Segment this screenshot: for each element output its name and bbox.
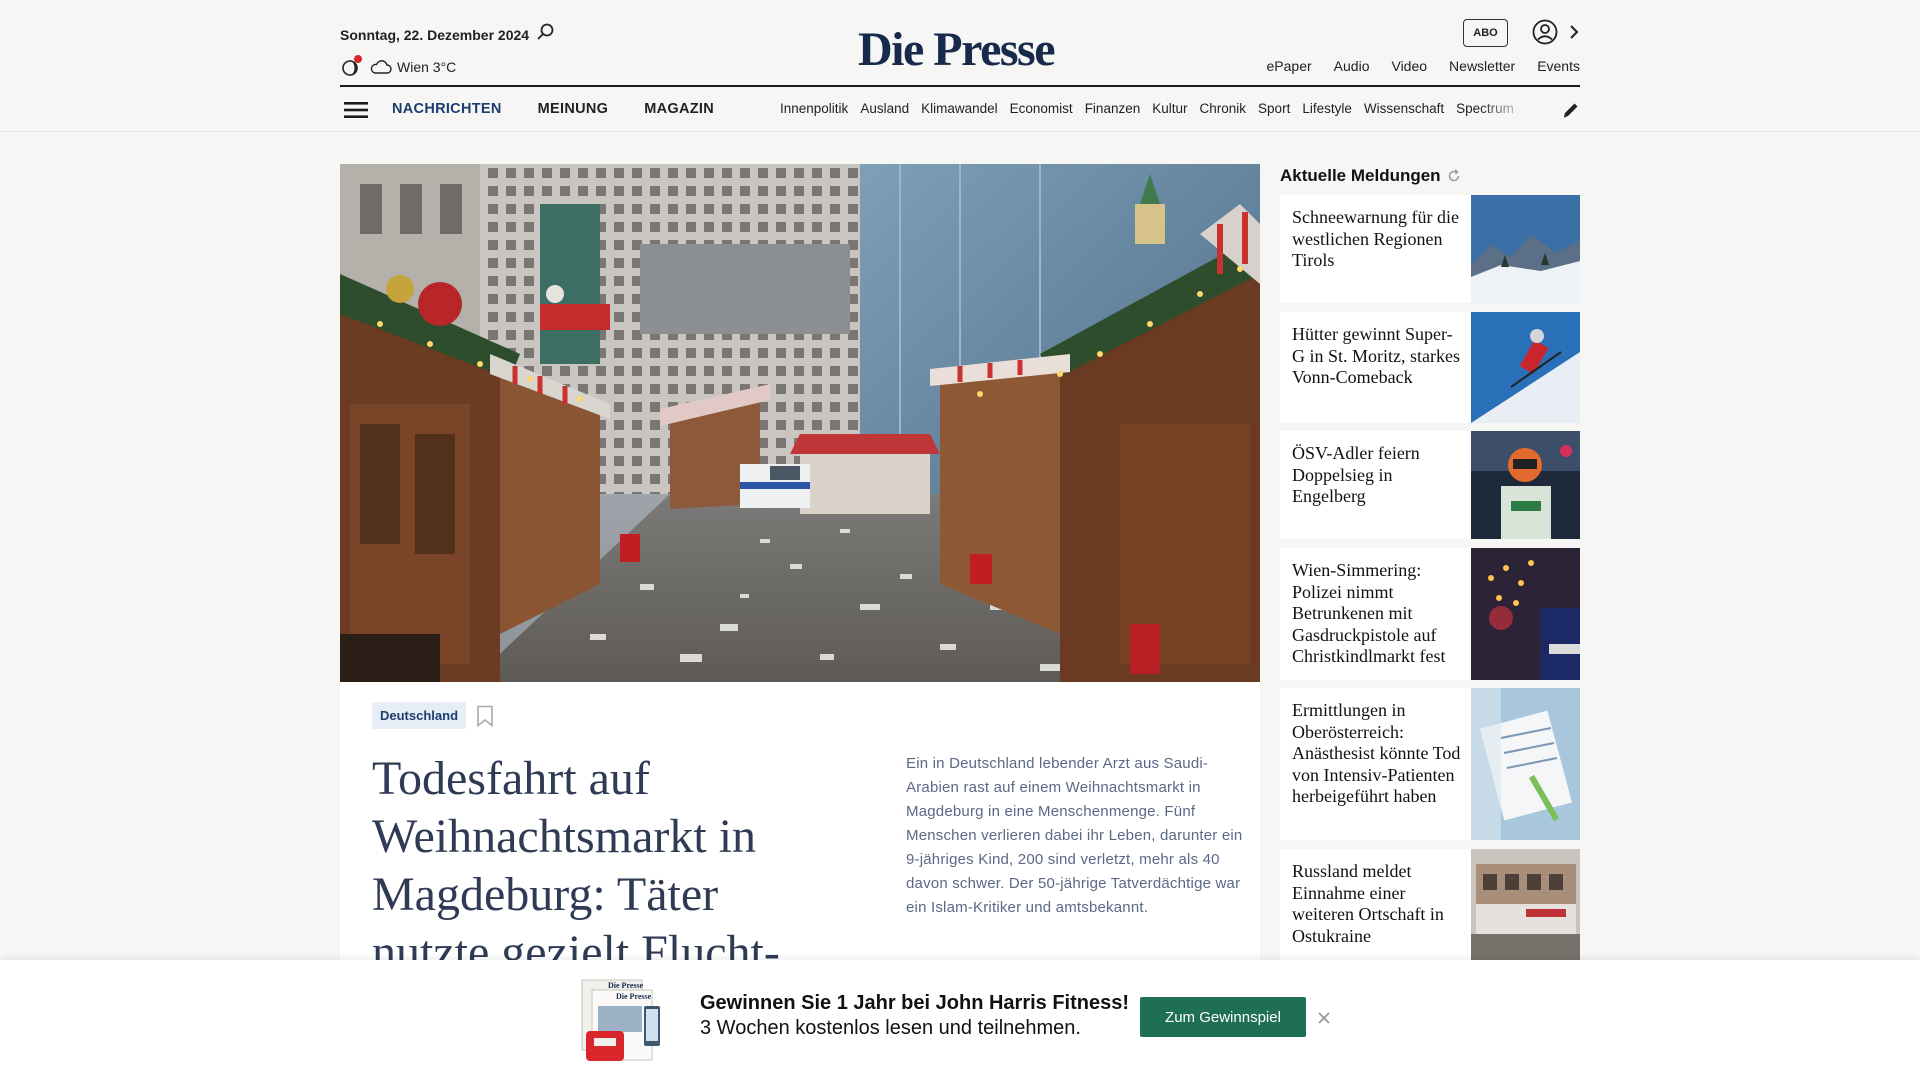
- link-events[interactable]: Events: [1537, 58, 1580, 74]
- news-item-wien-simmering[interactable]: Wien-Simmering: Polizei nimmt Betrunkene…: [1280, 548, 1580, 680]
- header-divider: [340, 85, 1580, 87]
- news-item-oesv-adler[interactable]: ÖSV-Adler feiern Doppelsieg in Engelberg: [1280, 431, 1580, 539]
- latest-news-title: Aktuelle Meldungen: [1280, 166, 1461, 186]
- notification-dot: [354, 55, 362, 63]
- bookmark-icon[interactable]: [476, 705, 494, 727]
- news-item-title: Russland meldet Einnahme einer weiteren …: [1292, 861, 1444, 946]
- news-item-title: Ermittlungen in Oberösterreich: Anästhes…: [1292, 700, 1461, 806]
- chevron-right-icon[interactable]: [1568, 23, 1580, 41]
- news-thumb-ski-jumper: [1471, 431, 1580, 539]
- subnav-lifestyle[interactable]: Lifestyle: [1302, 101, 1352, 116]
- moon-icon: [340, 55, 362, 77]
- subnav-klimawandel[interactable]: Klimawandel: [921, 101, 998, 116]
- news-item-russland[interactable]: Russland meldet Einnahme einer weiteren …: [1280, 849, 1580, 960]
- nav-nachrichten[interactable]: NACHRICHTEN: [392, 101, 502, 117]
- site-header: Sonntag, 22. Dezember 2024 Wien 3°C Die …: [0, 0, 1920, 132]
- promo-paper-title-back: Die Presse: [608, 981, 644, 990]
- news-thumb-police-lights: [1471, 548, 1580, 680]
- current-date: Sonntag, 22. Dezember 2024: [340, 27, 530, 43]
- news-thumb-snow: [1471, 195, 1580, 303]
- subnav-chronik[interactable]: Chronik: [1200, 101, 1247, 116]
- main-nav: NACHRICHTEN MEINUNG MAGAZIN: [392, 101, 714, 117]
- news-item-huetter[interactable]: Hütter gewinnt Super-G in St. Moritz, st…: [1280, 312, 1580, 423]
- news-item-ermittlungen[interactable]: Ermittlungen in Oberösterreich: Anästhes…: [1280, 688, 1580, 840]
- promo-subline: 3 Wochen kostenlos lesen und teilnehmen.: [700, 1017, 1081, 1039]
- subnav-kultur[interactable]: Kultur: [1152, 101, 1187, 116]
- subnav-wissenschaft[interactable]: Wissenschaft: [1364, 101, 1444, 116]
- news-item-title: Wien-Simmering: Polizei nimmt Betrunkene…: [1292, 560, 1446, 666]
- site-logo[interactable]: Die Presse: [858, 20, 1056, 80]
- subnav-ausland[interactable]: Ausland: [860, 101, 909, 116]
- pencil-icon[interactable]: [1562, 101, 1580, 119]
- user-account-icon[interactable]: [1532, 19, 1558, 45]
- link-epaper[interactable]: ePaper: [1267, 58, 1312, 74]
- news-thumb-destroyed-building: [1471, 849, 1580, 960]
- link-newsletter[interactable]: Newsletter: [1449, 58, 1515, 74]
- top-links: ePaper Audio Video Newsletter Events: [1267, 58, 1580, 74]
- hamburger-menu-icon[interactable]: [344, 100, 368, 120]
- news-item-schneewarnung[interactable]: Schneewarnung für die westlichen Regione…: [1280, 195, 1580, 303]
- nav-magazin[interactable]: MAGAZIN: [644, 101, 714, 117]
- link-video[interactable]: Video: [1391, 58, 1427, 74]
- subnav-innenpolitik[interactable]: Innenpolitik: [780, 101, 848, 116]
- weather-widget[interactable]: Wien 3°C: [340, 55, 457, 78]
- hero-photo: [340, 164, 1260, 682]
- weather-label: Wien 3°C: [397, 59, 457, 75]
- sub-nav: Innenpolitik Ausland Klimawandel Economi…: [780, 101, 1550, 116]
- header-inner: Sonntag, 22. Dezember 2024 Wien 3°C Die …: [340, 0, 1580, 132]
- close-icon[interactable]: [1316, 1010, 1332, 1026]
- hero-image-christmas-market[interactable]: [340, 164, 1260, 682]
- subnav-sport[interactable]: Sport: [1258, 101, 1290, 116]
- promo-newspaper-image: Die Presse Die Presse: [578, 976, 664, 1064]
- cloud-icon: [370, 60, 392, 74]
- promo-cta-button[interactable]: Zum Gewinnspiel: [1140, 997, 1306, 1037]
- news-item-title: Schneewarnung für die westlichen Regione…: [1292, 207, 1459, 270]
- news-item-title: ÖSV-Adler feiern Doppelsieg in Engelberg: [1292, 443, 1420, 506]
- subnav-finanzen[interactable]: Finanzen: [1085, 101, 1141, 116]
- category-tag[interactable]: Deutschland: [372, 702, 467, 729]
- subnav-economist[interactable]: Economist: [1010, 101, 1073, 116]
- article-headline[interactable]: Todesfahrt auf Weihnachtsmarkt in Magdeb…: [372, 750, 842, 982]
- promo-paper-title-front: Die Presse: [616, 992, 652, 1001]
- nav-meinung[interactable]: MEINUNG: [538, 101, 609, 117]
- subnav-fade: [1480, 96, 1540, 124]
- article-teaser: Ein in Deutschland lebender Arzt aus Sau…: [906, 755, 1243, 916]
- news-thumb-clipboard: [1471, 688, 1580, 840]
- news-thumb-skiing: [1471, 312, 1580, 423]
- promo-banner: Die Presse Die Presse Gewinnen Sie 1 Jah…: [0, 960, 1920, 1080]
- link-audio[interactable]: Audio: [1334, 58, 1370, 74]
- news-item-title: Hütter gewinnt Super-G in St. Moritz, st…: [1292, 324, 1460, 387]
- promo-headline: Gewinnen Sie 1 Jahr bei John Harris Fitn…: [700, 992, 1130, 1014]
- refresh-icon[interactable]: [1447, 169, 1461, 183]
- search-icon[interactable]: [536, 22, 556, 42]
- latest-news-label: Aktuelle Meldungen: [1280, 166, 1441, 185]
- abo-button[interactable]: ABO: [1463, 19, 1508, 47]
